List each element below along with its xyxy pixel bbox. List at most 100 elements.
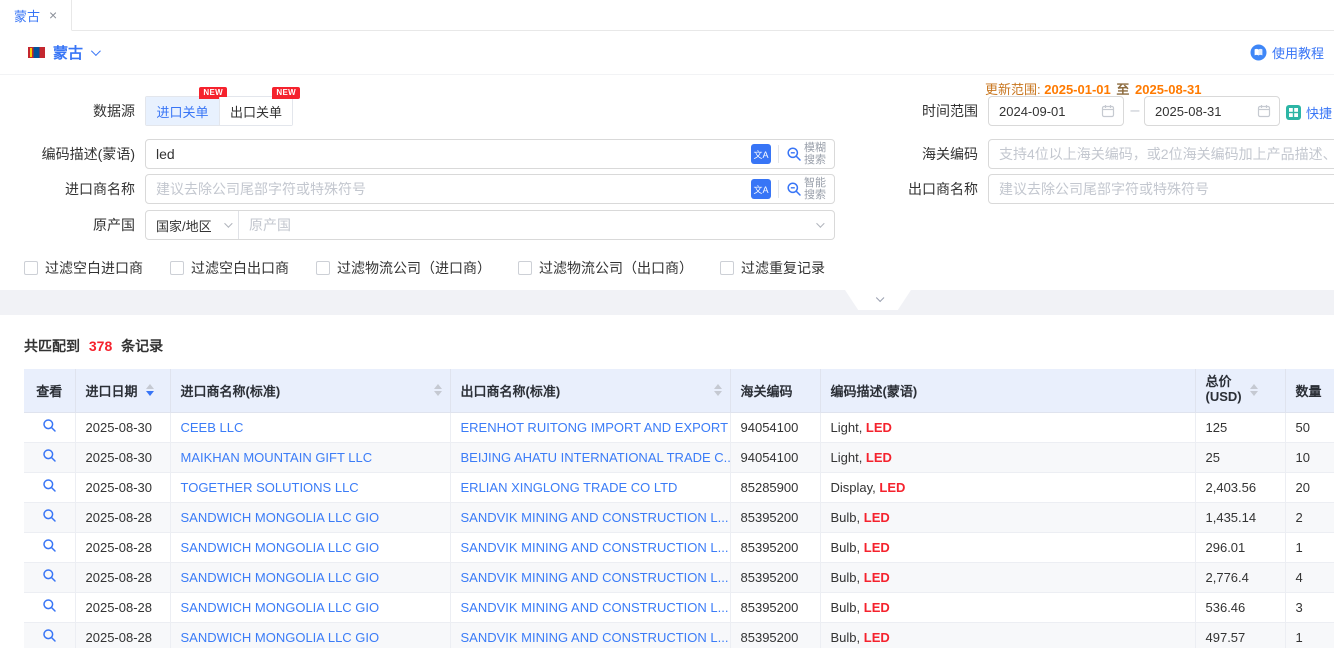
- checkbox-icon[interactable]: [170, 261, 184, 275]
- col-label: 出口商名称(标准): [461, 381, 561, 400]
- view-record-icon[interactable]: [42, 448, 57, 463]
- importer-label: 进口商名称: [24, 174, 135, 204]
- cell-desc: Bulb, LED: [820, 562, 1195, 592]
- cell-desc: Light, LED: [820, 412, 1195, 442]
- origin-type-select[interactable]: 国家/地区: [146, 211, 239, 239]
- exporter-link[interactable]: ERLIAN XINGLONG TRADE CO LTD: [461, 480, 678, 495]
- col-label: 进口日期: [86, 381, 138, 400]
- importer-link[interactable]: SANDWICH MONGOLIA LLC GIO: [181, 510, 380, 525]
- importer-link[interactable]: SANDWICH MONGOLIA LLC GIO: [181, 630, 380, 645]
- col-import-date[interactable]: 进口日期: [75, 369, 170, 412]
- cell-date: 2025-08-28: [75, 592, 170, 622]
- exporter-link[interactable]: SANDVIK MINING AND CONSTRUCTION L...: [461, 630, 729, 645]
- hs-code-input[interactable]: [989, 140, 1334, 168]
- col-label: 进口商名称(标准): [181, 381, 281, 400]
- cell-total: 1,435.14: [1195, 502, 1285, 532]
- exporter-link[interactable]: BEIJING AHATU INTERNATIONAL TRADE C...: [461, 450, 731, 465]
- exporter-link[interactable]: SANDVIK MINING AND CONSTRUCTION L...: [461, 540, 729, 555]
- view-record-icon[interactable]: [42, 478, 57, 493]
- checkbox-icon[interactable]: [720, 261, 734, 275]
- chevron-down-icon[interactable]: [816, 219, 824, 227]
- code-desc-tools: 文A 模糊搜索: [751, 142, 834, 167]
- cell-hs-code: 85285900: [730, 472, 820, 502]
- cell-total: 296.01: [1195, 532, 1285, 562]
- cell-date: 2025-08-30: [75, 442, 170, 472]
- view-record-icon[interactable]: [42, 508, 57, 523]
- shortcut-button[interactable]: 快捷: [1286, 103, 1332, 122]
- importer-link[interactable]: SANDWICH MONGOLIA LLC GIO: [181, 540, 380, 555]
- code-desc-input[interactable]: [146, 140, 751, 168]
- checkbox-filter-blank-exporter[interactable]: 过滤空白出口商: [170, 258, 289, 278]
- origin-input[interactable]: [239, 211, 816, 239]
- shortcut-grid-icon: [1286, 105, 1301, 120]
- checkbox-filter-blank-importer[interactable]: 过滤空白进口商: [24, 258, 143, 278]
- translate-icon[interactable]: 文A: [751, 144, 771, 164]
- translate-icon[interactable]: 文A: [751, 179, 771, 199]
- chevron-down-icon[interactable]: [91, 46, 101, 56]
- close-icon[interactable]: ×: [49, 8, 57, 22]
- importer-link[interactable]: SANDWICH MONGOLIA LLC GIO: [181, 570, 380, 585]
- cell-desc: Bulb, LED: [820, 502, 1195, 532]
- checkbox-icon[interactable]: [316, 261, 330, 275]
- tab-mongolia[interactable]: 蒙古 ×: [0, 0, 72, 31]
- importer-input[interactable]: [146, 175, 751, 203]
- col-exporter[interactable]: 出口商名称(标准): [450, 369, 730, 412]
- view-record-icon[interactable]: [42, 418, 57, 433]
- exporter-link[interactable]: SANDVIK MINING AND CONSTRUCTION L...: [461, 600, 729, 615]
- country-name[interactable]: 蒙古: [53, 42, 83, 63]
- checkbox-label: 过滤空白进口商: [45, 258, 143, 278]
- cell-hs-code: 94054100: [730, 412, 820, 442]
- date-end-input[interactable]: [1145, 97, 1257, 125]
- importer-link[interactable]: TOGETHER SOLUTIONS LLC: [181, 480, 359, 495]
- table-row: 2025-08-28 SANDWICH MONGOLIA LLC GIO SAN…: [24, 592, 1334, 622]
- sort-control[interactable]: [146, 384, 154, 396]
- checkbox-filter-logistics-exporter[interactable]: 过滤物流公司（出口商）: [518, 258, 693, 278]
- cell-hs-code: 85395200: [730, 562, 820, 592]
- tab-import-label: 进口关单: [156, 102, 208, 121]
- tab-export-declarations[interactable]: 出口关单 NEW: [219, 97, 292, 125]
- exporter-label: 出口商名称: [878, 174, 978, 204]
- importer-link[interactable]: MAIKHAN MOUNTAIN GIFT LLC: [181, 450, 373, 465]
- cell-total: 25: [1195, 442, 1285, 472]
- exporter-input[interactable]: [989, 175, 1334, 203]
- sort-control[interactable]: [1250, 384, 1258, 396]
- tab-bar: 蒙古 ×: [0, 0, 1334, 31]
- data-source-label: 数据源: [24, 96, 135, 126]
- update-range-start: 2025-01-01: [1044, 82, 1111, 97]
- checkbox-icon[interactable]: [24, 261, 38, 275]
- col-total-usd[interactable]: 总价(USD): [1195, 369, 1285, 412]
- view-record-icon[interactable]: [42, 568, 57, 583]
- results-count: 378: [89, 338, 112, 354]
- view-record-icon[interactable]: [42, 598, 57, 613]
- checkbox-filter-duplicates[interactable]: 过滤重复记录: [720, 258, 825, 278]
- checkbox-filter-logistics-importer[interactable]: 过滤物流公司（进口商）: [316, 258, 491, 278]
- cell-date: 2025-08-28: [75, 562, 170, 592]
- checkbox-label: 过滤空白出口商: [191, 258, 289, 278]
- tutorial-label: 使用教程: [1272, 43, 1324, 62]
- tab-import-declarations[interactable]: 进口关单 NEW: [146, 97, 219, 125]
- importer-link[interactable]: SANDWICH MONGOLIA LLC GIO: [181, 600, 380, 615]
- checkbox-icon[interactable]: [518, 261, 532, 275]
- smart-search-button[interactable]: 智能搜索: [786, 177, 828, 202]
- exporter-link[interactable]: SANDVIK MINING AND CONSTRUCTION L...: [461, 570, 729, 585]
- cell-qty: 2: [1285, 502, 1334, 532]
- importer-link[interactable]: CEEB LLC: [181, 420, 244, 435]
- fuzzy-search-button[interactable]: 模糊搜索: [786, 142, 828, 167]
- col-importer[interactable]: 进口商名称(标准): [170, 369, 450, 412]
- checkbox-label: 过滤物流公司（进口商）: [337, 258, 491, 278]
- view-record-icon[interactable]: [42, 538, 57, 553]
- desc-keyword: LED: [864, 570, 890, 585]
- exporter-link[interactable]: ERENHOT RUITONG IMPORT AND EXPORT ...: [461, 420, 731, 435]
- table-row: 2025-08-28 SANDWICH MONGOLIA LLC GIO SAN…: [24, 502, 1334, 532]
- date-start-input[interactable]: [989, 97, 1101, 125]
- view-record-icon[interactable]: [42, 628, 57, 643]
- cell-desc: Bulb, LED: [820, 532, 1195, 562]
- sort-control[interactable]: [434, 384, 442, 396]
- sort-control[interactable]: [714, 384, 722, 396]
- exporter-link[interactable]: SANDVIK MINING AND CONSTRUCTION L...: [461, 510, 729, 525]
- code-desc-label: 编码描述(蒙语): [24, 139, 135, 169]
- tutorial-link[interactable]: 使用教程: [1250, 43, 1324, 62]
- desc-prefix: Bulb,: [831, 510, 864, 525]
- cell-qty: 4: [1285, 562, 1334, 592]
- collapse-toggle[interactable]: [845, 290, 911, 310]
